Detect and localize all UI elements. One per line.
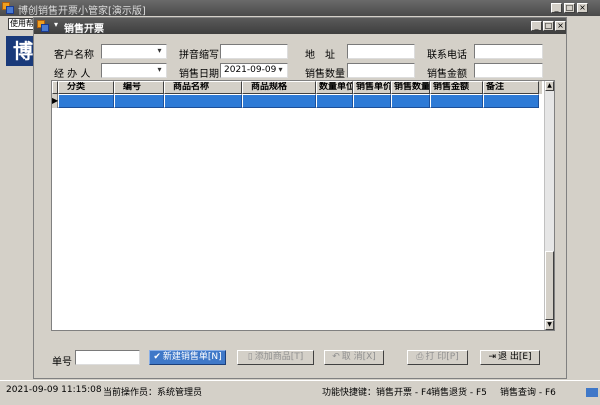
dialog-minimize-icon[interactable]: _ [531, 21, 542, 31]
status-query: 销售查询 - F6 [500, 388, 556, 398]
date-label: 销售日期 [179, 69, 219, 80]
maximize-icon[interactable]: □ [564, 3, 575, 13]
col-price[interactable]: 销售单价 [353, 81, 391, 94]
col-product-spec[interactable]: 商品规格 [242, 81, 316, 94]
minimize-icon[interactable]: _ [551, 3, 562, 13]
print-button[interactable]: ⎙ 打 印[P] [407, 350, 468, 365]
pinyin-label: 拼音缩写 [179, 50, 219, 61]
col-remark[interactable]: 备注 [483, 81, 539, 94]
col-category[interactable]: 分类 [58, 81, 114, 94]
col-quantity[interactable]: 销售数量 [391, 81, 430, 94]
amount-label: 销售金额 [427, 69, 467, 80]
cell-product-name[interactable] [164, 94, 242, 108]
order-number-input[interactable] [75, 350, 140, 365]
cell-code[interactable] [114, 94, 164, 108]
undo-icon: ↶ [332, 352, 340, 362]
add-product-button[interactable]: ▯ 添加商品[T] [237, 350, 314, 365]
cell-remark[interactable] [483, 94, 539, 108]
printer-icon: ⎙ [416, 352, 424, 362]
col-unit[interactable]: 数量单位 [316, 81, 353, 94]
status-bar: 2021-09-09 11:15:08 当前操作员：系统管理员 功能快捷键：销售… [0, 380, 600, 405]
phone-input[interactable] [474, 44, 543, 59]
address-input[interactable] [347, 44, 415, 59]
status-shortcut: 功能快捷键：销售开票 - F4 [322, 388, 432, 398]
items-grid[interactable]: 分类 编号 商品名称 商品规格 数量单位 销售单价 销售数量 销售金额 备注 ▶… [51, 80, 555, 331]
document-icon: ▯ [247, 352, 253, 362]
scroll-up-icon[interactable]: ▲ [545, 81, 554, 91]
app-title: 博创销售开票小管家[演示版] [18, 6, 146, 17]
resize-grip-icon[interactable] [586, 388, 598, 397]
dialog-maximize-icon[interactable]: □ [543, 21, 554, 31]
col-amount[interactable]: 销售金额 [430, 81, 483, 94]
menu-arrow-icon[interactable]: ▾ [54, 20, 58, 29]
exit-button[interactable]: ⇥ 退 出[E] [480, 350, 540, 365]
exit-icon: ⇥ [488, 352, 496, 362]
col-product-name[interactable]: 商品名称 [164, 81, 242, 94]
grid-scrollbar[interactable]: ▲ ▼ [544, 81, 554, 330]
sales-invoice-dialog: ▾ 销售开票 _ □ × 客户名称 ▾ 拼音缩写 地 址 联系电话 经 办 人 … [33, 17, 567, 379]
dropdown-icon[interactable]: ▾ [154, 46, 165, 57]
order-label: 单号 [52, 357, 72, 368]
checkmark-icon: ✔ [153, 352, 161, 362]
grid-header: 分类 编号 商品名称 商品规格 数量单位 销售单价 销售数量 销售金额 备注 [52, 81, 542, 94]
cell-product-spec[interactable] [242, 94, 316, 108]
col-code[interactable]: 编号 [114, 81, 164, 94]
app-logo-icon [2, 2, 14, 14]
cell-quantity[interactable] [391, 94, 430, 108]
qty-input[interactable] [347, 63, 415, 78]
dialog-title-bar: ▾ 销售开票 _ □ × [34, 18, 566, 35]
address-label: 地 址 [305, 50, 335, 61]
cell-amount[interactable] [430, 94, 483, 108]
dialog-title: 销售开票 [64, 24, 104, 35]
phone-label: 联系电话 [427, 50, 467, 61]
cell-price[interactable] [353, 94, 391, 108]
cell-unit[interactable] [316, 94, 353, 108]
customer-input[interactable]: ▾ [101, 44, 167, 59]
cell-category[interactable] [58, 94, 114, 108]
handler-label: 经 办 人 [54, 69, 91, 80]
dialog-close-icon[interactable]: × [555, 21, 566, 31]
date-input[interactable]: 2021-09-09 ▾ [220, 63, 288, 78]
amount-input[interactable] [474, 63, 543, 78]
table-row[interactable]: ▶ [52, 94, 542, 108]
status-operator: 当前操作员：系统管理员 [103, 388, 203, 398]
dropdown-icon[interactable]: ▾ [154, 65, 165, 76]
cancel-button[interactable]: ↶ 取 消[X] [324, 350, 384, 365]
status-return: 销售退货 - F5 [431, 388, 487, 398]
calendar-dropdown-icon[interactable]: ▾ [275, 65, 286, 76]
scroll-thumb[interactable] [545, 251, 554, 320]
customer-label: 客户名称 [54, 50, 94, 61]
close-icon[interactable]: × [577, 3, 588, 13]
pinyin-input[interactable] [220, 44, 288, 59]
new-sales-order-button[interactable]: ✔ 新建销售单[N] [149, 350, 226, 365]
outer-title-bar: 博创销售开票小管家[演示版] _ □ × [0, 0, 600, 17]
status-datetime: 2021-09-09 11:15:08 [6, 385, 102, 395]
qty-label: 销售数量 [305, 69, 345, 80]
handler-input[interactable]: ▾ [101, 63, 167, 78]
dialog-logo-icon [37, 20, 49, 32]
scroll-down-icon[interactable]: ▼ [545, 320, 554, 330]
